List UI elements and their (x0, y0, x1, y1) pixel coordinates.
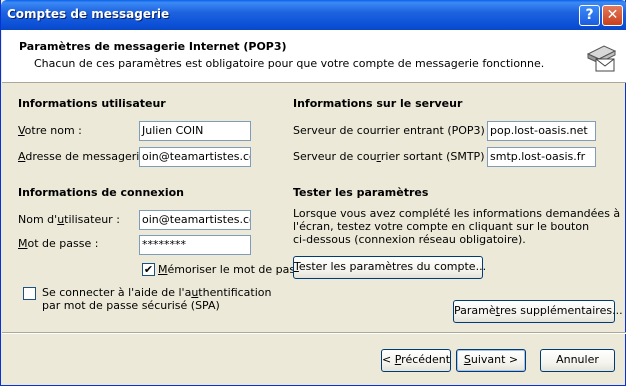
remember-password-checkbox[interactable]: ✔ (142, 263, 155, 276)
outgoing-server-input[interactable]: smtp.lost-oasis.fr (487, 147, 596, 167)
help-button[interactable]: ? (579, 5, 600, 26)
next-button[interactable]: Suivant > (456, 349, 526, 372)
more-settings-button[interactable]: Paramètres supplémentaires... (453, 300, 623, 323)
password-label: Mot de passe : (18, 237, 99, 250)
test-desc-line2: l'écran, testez votre compte en cliquant… (293, 220, 590, 233)
previous-button[interactable]: < Précédent (381, 349, 451, 372)
username-label: Nom d'utilisateur : (18, 213, 120, 226)
mail-server-icon (586, 45, 617, 72)
wizard-header: Paramètres de messagerie Internet (POP3)… (2, 30, 626, 83)
outgoing-server-label: Serveur de courrier sortant (SMTP) : (293, 150, 492, 163)
header-title: Paramètres de messagerie Internet (POP3) (19, 40, 287, 53)
spa-label-line1[interactable]: Se connecter à l'aide de l'authentificat… (42, 286, 271, 299)
email-label: Adresse de messagerie : (18, 150, 154, 163)
user-info-heading: Informations utilisateur (18, 97, 166, 110)
test-account-settings-button[interactable]: Tester les paramètres du compte... (293, 256, 486, 279)
incoming-server-input[interactable]: pop.lost-oasis.net (487, 121, 596, 141)
accounts-dialog: Comptes de messagerie ? ✕ Paramètres de … (0, 0, 626, 386)
spa-label-line2[interactable]: par mot de passe sécurisé (SPA) (42, 299, 220, 312)
title-bar[interactable]: Comptes de messagerie ? ✕ (1, 0, 626, 30)
email-input[interactable]: oin@teamartistes.com (139, 147, 251, 167)
footer-divider (2, 332, 626, 334)
name-input[interactable]: Julien COIN (139, 121, 251, 141)
username-input[interactable]: oin@teamartistes.com (139, 210, 251, 230)
incoming-server-label: Serveur de courrier entrant (POP3) : (293, 124, 493, 137)
connection-info-heading: Informations de connexion (18, 186, 184, 199)
window-title: Comptes de messagerie (7, 7, 170, 21)
spa-checkbox[interactable] (23, 287, 36, 300)
name-label: Votre nom : (18, 124, 82, 137)
remember-password-label[interactable]: Mémoriser le mot de passe (158, 263, 308, 276)
test-desc-line1: Lorsque vous avez complété les informati… (293, 207, 621, 220)
server-info-heading: Informations sur le serveur (293, 97, 463, 110)
test-desc-line3: ci-dessous (connexion réseau obligatoire… (293, 233, 526, 246)
cancel-button[interactable]: Annuler (540, 349, 615, 372)
password-input[interactable]: ******** (139, 235, 251, 255)
close-button[interactable]: ✕ (602, 5, 623, 26)
test-settings-heading: Tester les paramètres (293, 186, 429, 199)
header-subtitle: Chacun de ces paramètres est obligatoire… (34, 57, 545, 70)
